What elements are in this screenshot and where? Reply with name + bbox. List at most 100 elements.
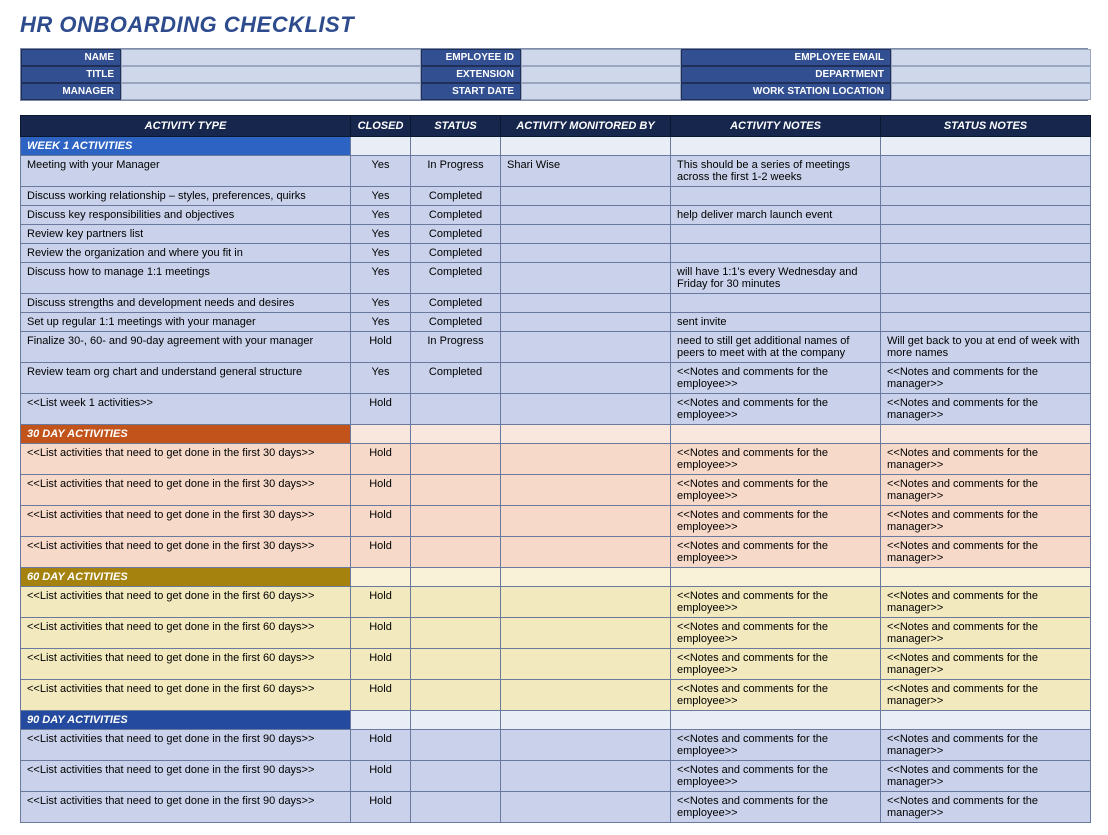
- cell-status-notes[interactable]: <<Notes and comments for the manager>>: [881, 792, 1091, 823]
- cell-status-notes[interactable]: [881, 294, 1091, 313]
- cell-activity-notes[interactable]: help deliver march launch event: [671, 206, 881, 225]
- cell-closed[interactable]: Hold: [351, 587, 411, 618]
- cell-closed[interactable]: Hold: [351, 444, 411, 475]
- cell-status-notes[interactable]: <<Notes and comments for the manager>>: [881, 649, 1091, 680]
- cell-closed[interactable]: Hold: [351, 649, 411, 680]
- cell-closed[interactable]: Hold: [351, 475, 411, 506]
- info-value[interactable]: [121, 66, 421, 83]
- cell-status[interactable]: [411, 649, 501, 680]
- cell-status[interactable]: Completed: [411, 187, 501, 206]
- cell-activity[interactable]: <<List activities that need to get done …: [21, 792, 351, 823]
- cell-status-notes[interactable]: <<Notes and comments for the manager>>: [881, 444, 1091, 475]
- cell-activity[interactable]: <<List activities that need to get done …: [21, 537, 351, 568]
- cell-activity[interactable]: <<List activities that need to get done …: [21, 730, 351, 761]
- cell-monitored-by[interactable]: [501, 444, 671, 475]
- cell-monitored-by[interactable]: Shari Wise: [501, 156, 671, 187]
- cell-activity-notes[interactable]: <<Notes and comments for the employee>>: [671, 761, 881, 792]
- cell-activity-notes[interactable]: <<Notes and comments for the employee>>: [671, 618, 881, 649]
- cell-status-notes[interactable]: <<Notes and comments for the manager>>: [881, 618, 1091, 649]
- cell-status-notes[interactable]: <<Notes and comments for the manager>>: [881, 394, 1091, 425]
- cell-monitored-by[interactable]: [501, 587, 671, 618]
- cell-closed[interactable]: Hold: [351, 394, 411, 425]
- cell-status[interactable]: [411, 475, 501, 506]
- cell-monitored-by[interactable]: [501, 263, 671, 294]
- cell-status[interactable]: Completed: [411, 294, 501, 313]
- cell-activity[interactable]: <<List activities that need to get done …: [21, 649, 351, 680]
- cell-status[interactable]: In Progress: [411, 156, 501, 187]
- cell-status[interactable]: [411, 506, 501, 537]
- cell-status[interactable]: [411, 792, 501, 823]
- cell-activity-notes[interactable]: [671, 294, 881, 313]
- cell-status-notes[interactable]: Will get back to you at end of week with…: [881, 332, 1091, 363]
- cell-monitored-by[interactable]: [501, 618, 671, 649]
- cell-activity-notes[interactable]: <<Notes and comments for the employee>>: [671, 506, 881, 537]
- cell-activity-notes[interactable]: <<Notes and comments for the employee>>: [671, 363, 881, 394]
- cell-status-notes[interactable]: [881, 313, 1091, 332]
- cell-closed[interactable]: Hold: [351, 618, 411, 649]
- cell-activity[interactable]: <<List activities that need to get done …: [21, 475, 351, 506]
- cell-activity[interactable]: Review team org chart and understand gen…: [21, 363, 351, 394]
- cell-status-notes[interactable]: [881, 225, 1091, 244]
- cell-status[interactable]: [411, 730, 501, 761]
- cell-activity[interactable]: <<List activities that need to get done …: [21, 444, 351, 475]
- cell-status-notes[interactable]: [881, 187, 1091, 206]
- cell-activity-notes[interactable]: This should be a series of meetings acro…: [671, 156, 881, 187]
- cell-activity[interactable]: Discuss how to manage 1:1 meetings: [21, 263, 351, 294]
- cell-monitored-by[interactable]: [501, 506, 671, 537]
- cell-activity-notes[interactable]: will have 1:1's every Wednesday and Frid…: [671, 263, 881, 294]
- cell-activity[interactable]: Meeting with your Manager: [21, 156, 351, 187]
- cell-status-notes[interactable]: <<Notes and comments for the manager>>: [881, 680, 1091, 711]
- cell-activity-notes[interactable]: <<Notes and comments for the employee>>: [671, 680, 881, 711]
- cell-status-notes[interactable]: <<Notes and comments for the manager>>: [881, 730, 1091, 761]
- cell-activity[interactable]: <<List week 1 activities>>: [21, 394, 351, 425]
- cell-closed[interactable]: Yes: [351, 206, 411, 225]
- cell-status[interactable]: [411, 587, 501, 618]
- cell-monitored-by[interactable]: [501, 363, 671, 394]
- cell-monitored-by[interactable]: [501, 313, 671, 332]
- cell-status-notes[interactable]: [881, 263, 1091, 294]
- cell-activity-notes[interactable]: sent invite: [671, 313, 881, 332]
- cell-status[interactable]: Completed: [411, 363, 501, 394]
- cell-status-notes[interactable]: <<Notes and comments for the manager>>: [881, 475, 1091, 506]
- cell-monitored-by[interactable]: [501, 792, 671, 823]
- cell-status[interactable]: [411, 680, 501, 711]
- cell-activity-notes[interactable]: <<Notes and comments for the employee>>: [671, 730, 881, 761]
- info-value[interactable]: [891, 83, 1091, 100]
- cell-activity[interactable]: <<List activities that need to get done …: [21, 761, 351, 792]
- info-value[interactable]: [121, 49, 421, 66]
- cell-closed[interactable]: Yes: [351, 363, 411, 394]
- cell-closed[interactable]: Hold: [351, 537, 411, 568]
- cell-monitored-by[interactable]: [501, 649, 671, 680]
- cell-closed[interactable]: Yes: [351, 313, 411, 332]
- cell-monitored-by[interactable]: [501, 730, 671, 761]
- cell-monitored-by[interactable]: [501, 761, 671, 792]
- cell-status[interactable]: [411, 618, 501, 649]
- cell-activity[interactable]: Discuss strengths and development needs …: [21, 294, 351, 313]
- cell-closed[interactable]: Hold: [351, 332, 411, 363]
- cell-status-notes[interactable]: <<Notes and comments for the manager>>: [881, 363, 1091, 394]
- cell-activity-notes[interactable]: [671, 187, 881, 206]
- cell-activity[interactable]: Review key partners list: [21, 225, 351, 244]
- cell-activity-notes[interactable]: <<Notes and comments for the employee>>: [671, 587, 881, 618]
- cell-activity[interactable]: <<List activities that need to get done …: [21, 506, 351, 537]
- cell-closed[interactable]: Yes: [351, 244, 411, 263]
- cell-activity-notes[interactable]: <<Notes and comments for the employee>>: [671, 444, 881, 475]
- cell-status[interactable]: [411, 444, 501, 475]
- cell-activity[interactable]: Discuss working relationship – styles, p…: [21, 187, 351, 206]
- cell-activity[interactable]: <<List activities that need to get done …: [21, 680, 351, 711]
- cell-status-notes[interactable]: <<Notes and comments for the manager>>: [881, 761, 1091, 792]
- cell-status-notes[interactable]: [881, 206, 1091, 225]
- cell-status-notes[interactable]: <<Notes and comments for the manager>>: [881, 506, 1091, 537]
- cell-status-notes[interactable]: <<Notes and comments for the manager>>: [881, 537, 1091, 568]
- cell-monitored-by[interactable]: [501, 680, 671, 711]
- cell-status[interactable]: In Progress: [411, 332, 501, 363]
- cell-closed[interactable]: Yes: [351, 263, 411, 294]
- cell-status[interactable]: [411, 394, 501, 425]
- cell-monitored-by[interactable]: [501, 394, 671, 425]
- cell-activity-notes[interactable]: need to still get additional names of pe…: [671, 332, 881, 363]
- cell-status[interactable]: [411, 537, 501, 568]
- cell-monitored-by[interactable]: [501, 475, 671, 506]
- cell-activity-notes[interactable]: <<Notes and comments for the employee>>: [671, 649, 881, 680]
- cell-monitored-by[interactable]: [501, 244, 671, 263]
- cell-status[interactable]: Completed: [411, 263, 501, 294]
